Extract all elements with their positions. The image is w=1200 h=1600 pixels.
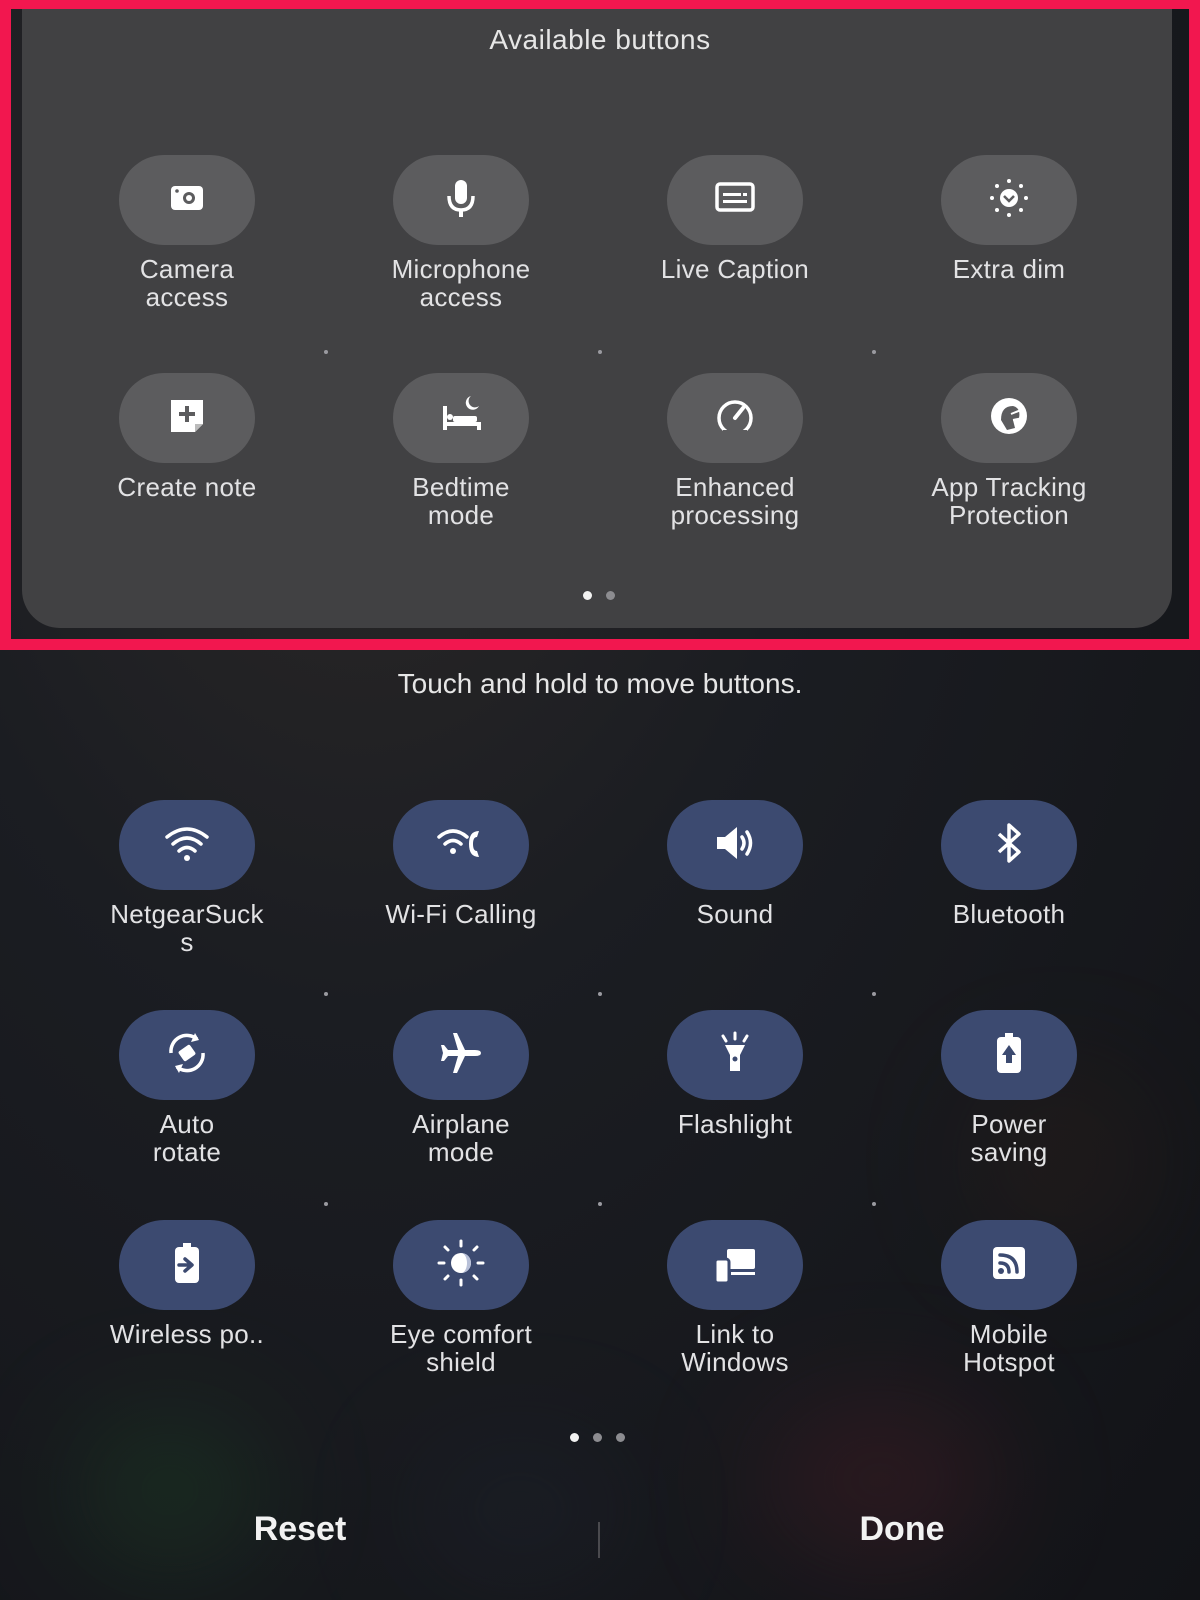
- grid-separator: [598, 350, 602, 354]
- tile-label: App Tracking Protection: [931, 472, 1087, 530]
- bed-icon: [435, 390, 487, 447]
- grid-separator: [872, 992, 876, 996]
- tile-label: Live Caption: [660, 254, 810, 284]
- available-buttons-panel: [22, 0, 1172, 628]
- tile-microphone-access[interactable]: Microphone access: [331, 155, 591, 311]
- tile-sound[interactable]: Sound: [605, 800, 865, 928]
- grid-separator: [872, 1202, 876, 1206]
- page-dot[interactable]: [606, 591, 615, 600]
- caption-icon: [709, 172, 761, 229]
- tile-label: Microphone access: [391, 254, 531, 312]
- tracking-protection-icon: [983, 390, 1035, 447]
- tile-label: Wi-Fi Calling: [385, 899, 537, 929]
- page-dot-active[interactable]: [583, 591, 592, 600]
- tile-label: NetgearSuck s: [110, 899, 264, 957]
- microphone-icon: [435, 172, 487, 229]
- tile-flashlight[interactable]: Flashlight: [605, 1010, 865, 1138]
- hotspot-icon: [983, 1237, 1035, 1294]
- tile-label: Wireless po..: [109, 1319, 265, 1349]
- link-to-windows-icon: [709, 1237, 761, 1294]
- tile-live-caption[interactable]: Live Caption: [605, 155, 865, 283]
- flashlight-icon: [709, 1027, 761, 1084]
- extra-dim-icon: [983, 172, 1035, 229]
- tile-app-tracking-protection[interactable]: App Tracking Protection: [879, 373, 1139, 529]
- tile-enhanced-processing[interactable]: Enhanced processing: [605, 373, 865, 529]
- background-blur: [420, 1450, 620, 1570]
- active-page-indicator[interactable]: [570, 1433, 625, 1442]
- tile-label: Flashlight: [677, 1109, 793, 1139]
- tile-airplane-mode[interactable]: Airplane mode: [331, 1010, 591, 1166]
- tile-create-note[interactable]: Create note: [57, 373, 317, 501]
- grid-separator: [324, 1202, 328, 1206]
- tile-label: Eye comfort shield: [389, 1319, 532, 1377]
- tile-link-to-windows[interactable]: Link to Windows: [605, 1220, 865, 1376]
- done-button[interactable]: Done: [752, 1510, 1052, 1549]
- tile-label: Enhanced processing: [670, 472, 800, 530]
- grid-separator: [598, 992, 602, 996]
- tile-bedtime-mode[interactable]: Bedtime mode: [331, 373, 591, 529]
- power-saving-icon: [983, 1027, 1035, 1084]
- tile-label: Extra dim: [952, 254, 1066, 284]
- grid-separator: [598, 1202, 602, 1206]
- footer-divider: [598, 1522, 600, 1558]
- tile-power-saving[interactable]: Power saving: [879, 1010, 1139, 1166]
- bluetooth-icon: [983, 817, 1035, 874]
- wifi-icon: [161, 817, 213, 874]
- available-buttons-title: Available buttons: [489, 24, 711, 55]
- tile-label: Camera access: [139, 254, 235, 312]
- tile-label: Bedtime mode: [412, 472, 510, 530]
- page-dot[interactable]: [616, 1433, 625, 1442]
- wireless-powershare-icon: [161, 1237, 213, 1294]
- tile-label: Mobile Hotspot: [963, 1319, 1055, 1377]
- tile-label: Bluetooth: [952, 899, 1066, 929]
- tile-wireless-powershare[interactable]: Wireless po..: [57, 1220, 317, 1348]
- tile-label: Link to Windows: [681, 1319, 789, 1377]
- page-dot-active[interactable]: [570, 1433, 579, 1442]
- tile-extra-dim[interactable]: Extra dim: [879, 155, 1139, 283]
- available-page-indicator[interactable]: [583, 591, 615, 600]
- page-dot[interactable]: [593, 1433, 602, 1442]
- note-add-icon: [161, 390, 213, 447]
- tile-label: Sound: [696, 899, 774, 929]
- tile-label: Airplane mode: [412, 1109, 510, 1167]
- hint-text: Touch and hold to move buttons.: [397, 668, 803, 699]
- eye-comfort-icon: [435, 1237, 487, 1294]
- tile-mobile-hotspot[interactable]: Mobile Hotspot: [879, 1220, 1139, 1376]
- wifi-calling-icon: [435, 817, 487, 874]
- sound-icon: [709, 817, 761, 874]
- tile-label: Auto rotate: [152, 1109, 222, 1167]
- auto-rotate-icon: [161, 1027, 213, 1084]
- tile-auto-rotate[interactable]: Auto rotate: [57, 1010, 317, 1166]
- reset-button[interactable]: Reset: [150, 1510, 450, 1549]
- grid-separator: [324, 992, 328, 996]
- speedometer-icon: [709, 390, 761, 447]
- tile-wifi[interactable]: NetgearSuck s: [57, 800, 317, 956]
- airplane-icon: [435, 1027, 487, 1084]
- camera-icon: [161, 172, 213, 229]
- tile-label: Power saving: [970, 1109, 1048, 1167]
- grid-separator: [872, 350, 876, 354]
- tile-eye-comfort-shield[interactable]: Eye comfort shield: [331, 1220, 591, 1376]
- grid-separator: [324, 350, 328, 354]
- tile-camera-access[interactable]: Camera access: [57, 155, 317, 311]
- tile-label: Create note: [117, 472, 257, 502]
- tile-wifi-calling[interactable]: Wi-Fi Calling: [331, 800, 591, 928]
- tile-bluetooth[interactable]: Bluetooth: [879, 800, 1139, 928]
